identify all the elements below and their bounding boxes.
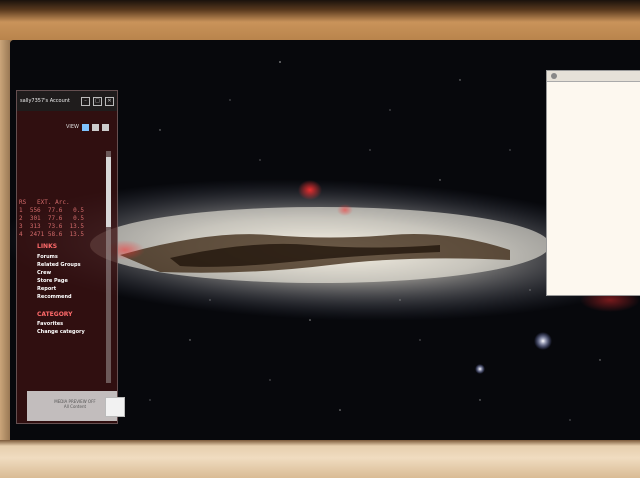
window-close-icon[interactable] <box>551 73 557 79</box>
minimize-button[interactable]: – <box>81 96 90 106</box>
stats-row: 3 313 73.6 13.5 <box>19 223 85 230</box>
preview-thumbnail[interactable] <box>105 397 125 417</box>
link-store-page[interactable]: Store Page <box>37 277 81 285</box>
stats-row: 4 2471 58.6 13.5 <box>19 231 85 238</box>
links-list: Forums Related Groups Crew Store Page Re… <box>37 253 81 301</box>
category-favorites[interactable]: Favorites <box>37 320 85 328</box>
link-forums[interactable]: Forums <box>37 253 81 261</box>
link-crew[interactable]: Crew <box>37 269 81 277</box>
account-title[interactable]: sally7357's Account <box>20 98 78 104</box>
category-list: Favorites Change category <box>37 320 85 336</box>
blank-window[interactable] <box>546 70 640 296</box>
widget-titlebar[interactable]: sally7357's Account – □ ✕ <box>17 91 117 111</box>
stats-table: RS EXT. Arc. 1 556 77.6 0.5 2 301 77.6 0… <box>19 199 84 239</box>
maximize-button[interactable]: □ <box>93 96 102 106</box>
view-label: VIEW <box>66 124 79 130</box>
link-related-groups[interactable]: Related Groups <box>37 261 81 269</box>
widget-footer: MEDIA PREVIEW OFF All Content <box>27 391 125 421</box>
links-title: LINKS <box>37 243 58 250</box>
close-button[interactable]: ✕ <box>105 96 114 106</box>
grid-view-icon[interactable] <box>82 123 89 131</box>
list-view-icon[interactable] <box>92 123 99 131</box>
view-row: VIEW <box>17 121 109 133</box>
content-filter-text[interactable]: All Content <box>51 404 99 409</box>
desktop-screen: sally7357's Account – □ ✕ VIEW RS EXT. A… <box>10 40 640 450</box>
detail-view-icon[interactable] <box>102 123 109 131</box>
link-report[interactable]: Report <box>37 285 81 293</box>
category-title: CATEGORY <box>37 311 73 318</box>
stats-header: RS EXT. Arc. <box>19 199 70 206</box>
link-recommend[interactable]: Recommend <box>37 293 81 301</box>
stats-row: 1 556 77.6 0.5 <box>19 207 85 214</box>
footer-label: MEDIA PREVIEW OFF All Content <box>51 399 99 409</box>
monitor-bezel-bottom <box>0 440 640 478</box>
scroll-thumb[interactable] <box>106 157 111 227</box>
scrollbar[interactable] <box>106 151 111 383</box>
category-change[interactable]: Change category <box>37 328 85 336</box>
blank-window-titlebar[interactable] <box>547 71 640 82</box>
steam-account-widget: sally7357's Account – □ ✕ VIEW RS EXT. A… <box>16 90 125 424</box>
stats-row: 2 301 77.6 0.5 <box>19 215 85 222</box>
